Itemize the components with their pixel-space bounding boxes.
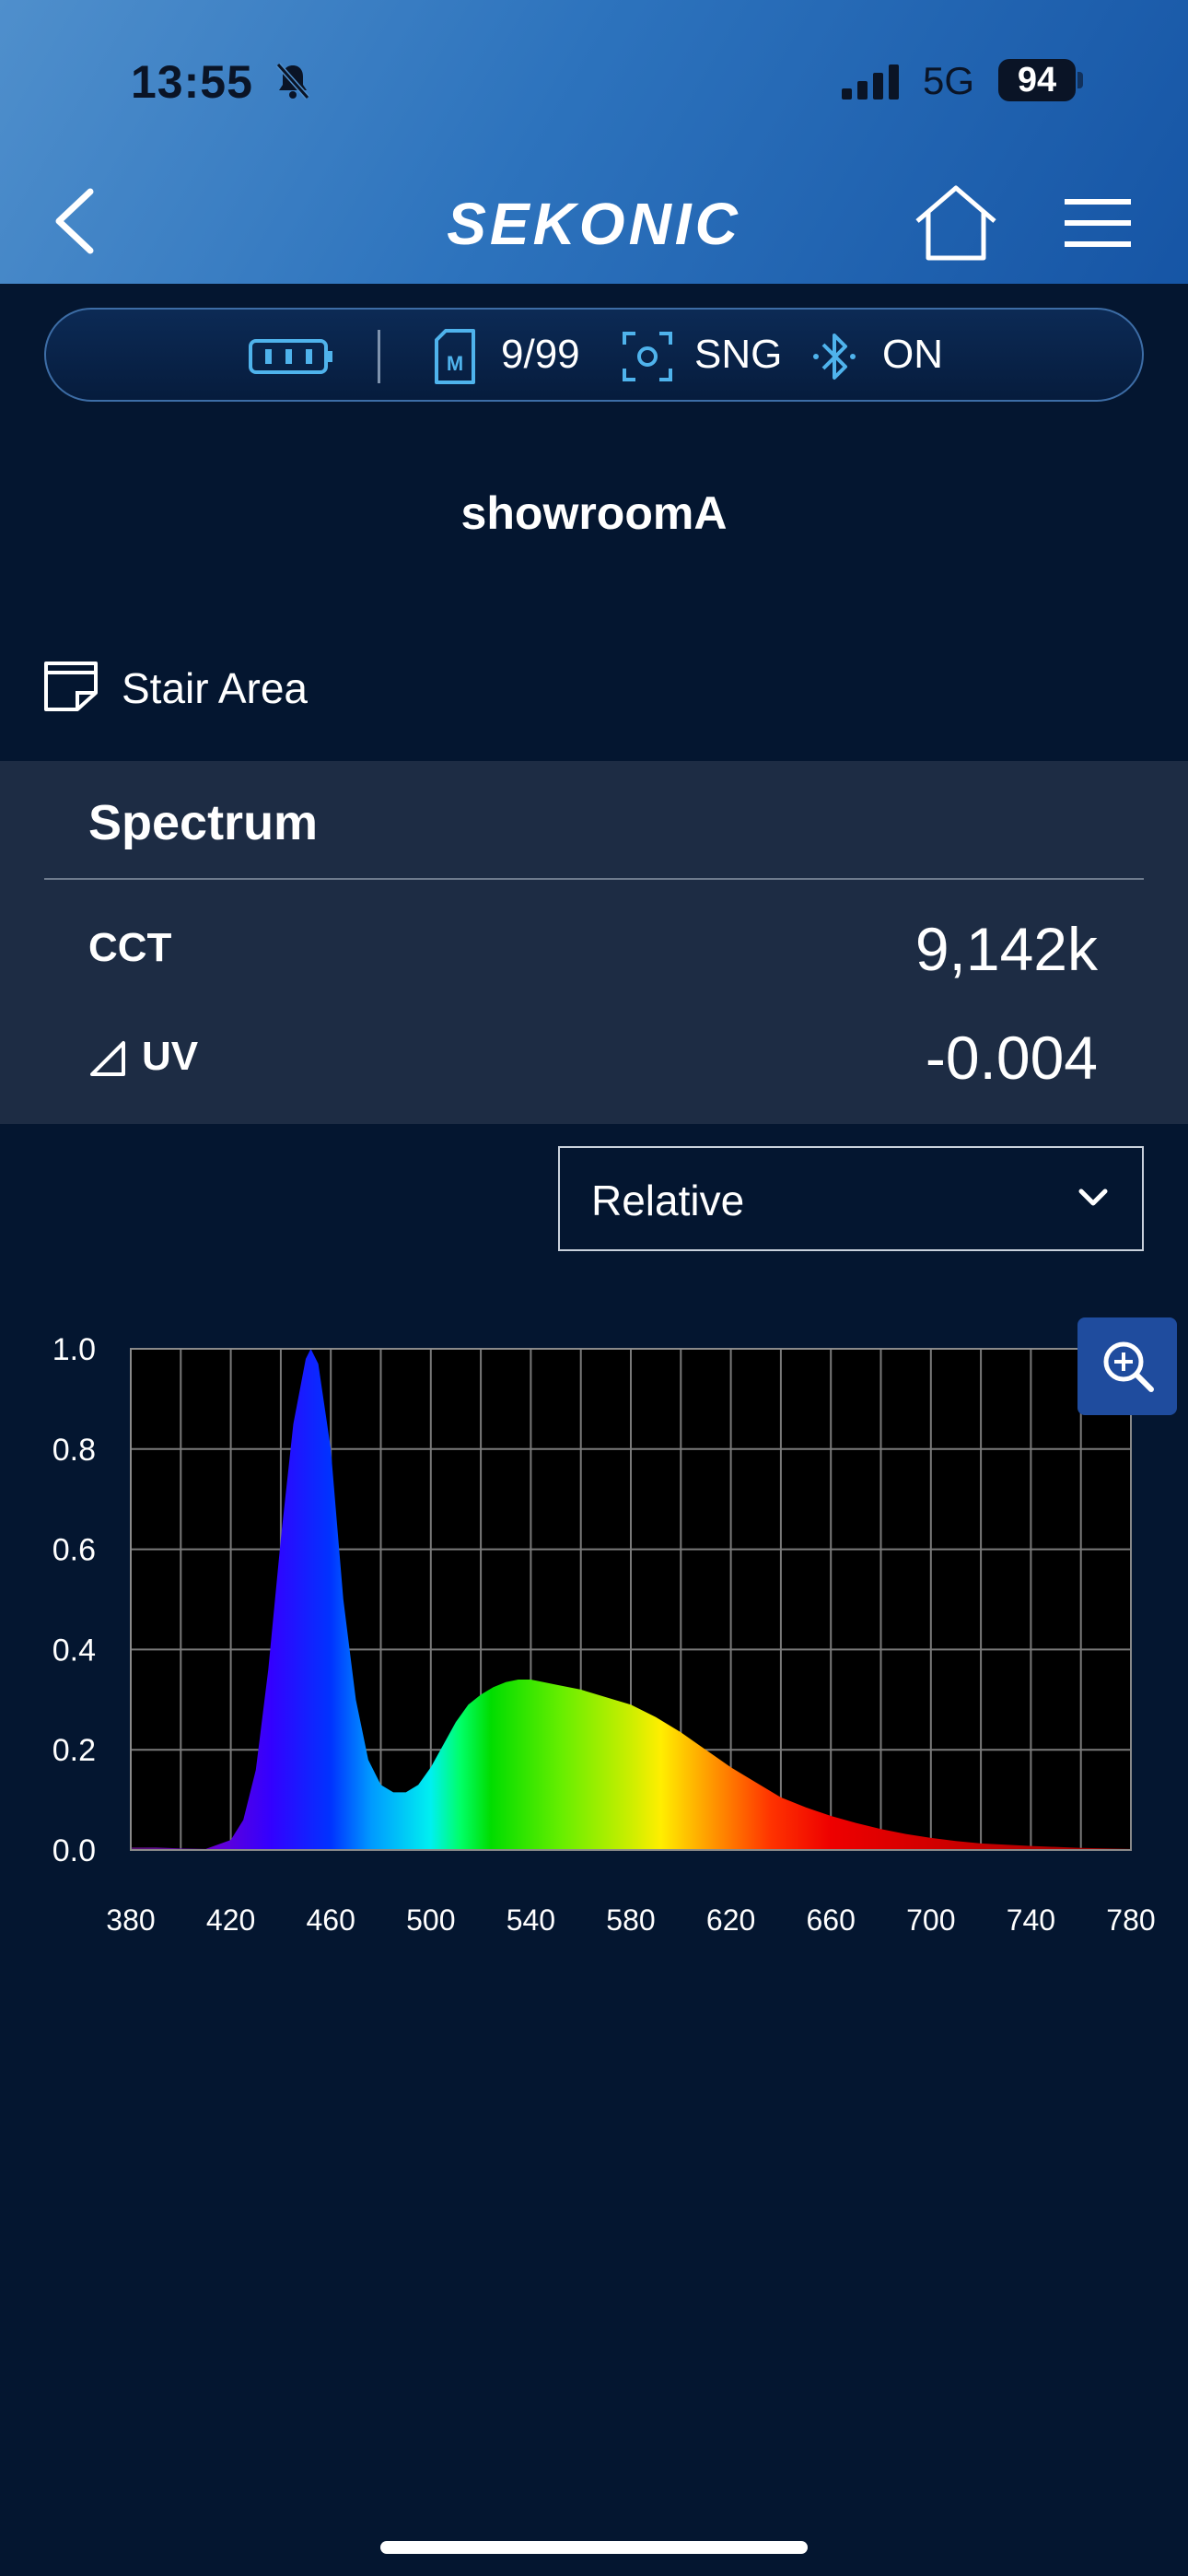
brand-logo: SEKONIC (447, 191, 741, 257)
network-type: 5G (923, 59, 975, 102)
memo-label[interactable]: Stair Area (122, 663, 308, 713)
y-tick-label: 0.8 (52, 1433, 96, 1468)
signal-icon (842, 64, 899, 100)
spectrum-mode-dropdown[interactable]: Relative (558, 1146, 1144, 1251)
zoom-in-icon (1103, 1341, 1154, 1392)
dropdown-value: Relative (591, 1177, 745, 1224)
divider (378, 330, 380, 383)
svg-text:M: M (447, 352, 463, 375)
panel-divider (44, 878, 1144, 880)
memory-card-icon: M (435, 329, 475, 384)
bell-muted-icon (275, 63, 310, 100)
x-tick-label: 500 (406, 1903, 455, 1937)
chevron-down-icon (1078, 1188, 1108, 1206)
x-tick-label: 540 (507, 1903, 555, 1937)
bluetooth-icon (813, 334, 856, 380)
y-tick-label: 1.0 (52, 1332, 96, 1367)
duv-value: -0.004 (925, 1024, 1098, 1092)
x-tick-label: 700 (906, 1903, 955, 1937)
menu-icon[interactable] (1061, 193, 1135, 252)
memo-icon[interactable] (42, 660, 99, 711)
single-mode-icon (623, 332, 672, 381)
battery-level: 94 (998, 59, 1076, 101)
status-time: 13:55 (131, 56, 253, 108)
y-tick-label: 0.2 (52, 1733, 96, 1768)
duv-label: UV (142, 1034, 199, 1079)
x-tick-label: 420 (206, 1903, 255, 1937)
meter-battery-icon (249, 339, 332, 374)
y-tick-label: 0.6 (52, 1533, 96, 1568)
mode-label: SNG (694, 332, 783, 377)
device-status-bar: M 9/99 SNG ON (44, 308, 1144, 402)
home-indicator[interactable] (380, 2541, 808, 2554)
spectrum-chart: 380 420 460 500 540 580 620 660 700 740 780 0.0 0.2… (52, 1332, 1156, 1937)
x-tick-label: 380 (106, 1903, 155, 1937)
x-tick-label: 460 (307, 1903, 355, 1937)
project-name: showroomA (460, 487, 728, 539)
y-tick-label: 0.0 (52, 1833, 96, 1868)
x-tick-label: 740 (1007, 1903, 1055, 1937)
delta-icon (90, 1041, 125, 1076)
cct-label: CCT (88, 925, 172, 970)
panel-title: Spectrum (88, 795, 319, 850)
x-tick-label: 580 (606, 1903, 655, 1937)
x-tick-label: 620 (706, 1903, 755, 1937)
home-icon[interactable] (912, 184, 1000, 262)
x-tick-label: 780 (1106, 1903, 1155, 1937)
app-header: 13:55 5G 94 SEKONIC (0, 0, 1188, 284)
zoom-button[interactable] (1077, 1317, 1177, 1415)
cct-value: 9,142k (914, 915, 1098, 983)
bluetooth-state: ON (882, 332, 943, 377)
battery-tip (1077, 72, 1083, 88)
y-tick-label: 0.4 (52, 1633, 96, 1668)
memory-count: 9/99 (501, 332, 580, 377)
x-tick-label: 660 (807, 1903, 856, 1937)
